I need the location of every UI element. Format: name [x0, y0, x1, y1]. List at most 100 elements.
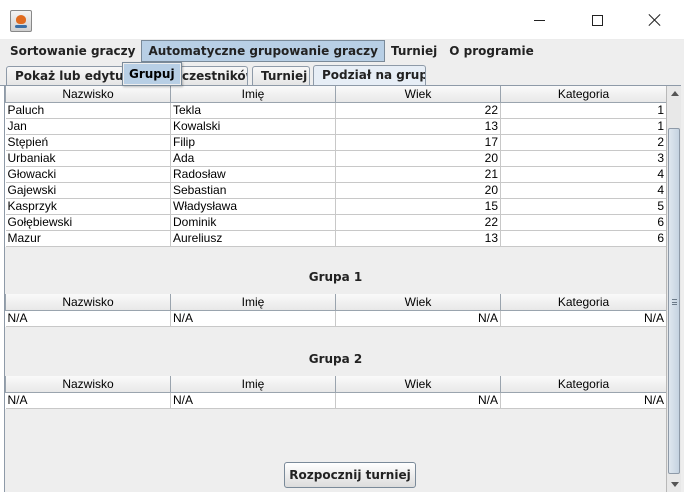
table-cell-nazwisko[interactable]: Urbaniak [5, 150, 171, 167]
table-cell-kategoria[interactable]: 4 [500, 182, 666, 199]
table-row[interactable]: Głowacki Radosław 21 4 [5, 166, 666, 183]
table-row[interactable]: Urbaniak Ada 20 3 [5, 150, 666, 167]
table-cell-wiek[interactable]: N/A [335, 392, 501, 409]
table-cell-imie[interactable]: Tekla [170, 102, 336, 119]
table-row[interactable]: N/A N/A N/A N/A [5, 310, 666, 327]
group-1-title: Grupa 1 [308, 270, 363, 284]
tab-podzial-na-grupy[interactable]: Podział na grupy [313, 65, 426, 87]
players-table: Nazwisko Imię Wiek Kategoria Paluch Tekla… [5, 86, 666, 247]
menu-bar: Sortowanie graczy Automatyczne grupowani… [0, 40, 684, 62]
table-cell-imie[interactable]: Sebastian [170, 182, 336, 199]
table-cell-nazwisko[interactable]: Stępień [5, 134, 171, 151]
col-wiek[interactable]: Wiek [335, 294, 501, 311]
table-cell-kategoria[interactable]: 1 [500, 102, 666, 119]
menu-sortowanie-graczy[interactable]: Sortowanie graczy [4, 40, 141, 62]
table-row[interactable]: Mazur Aureliusz 13 6 [5, 230, 666, 247]
table-cell-kategoria[interactable]: 1 [500, 118, 666, 135]
table-cell-imie[interactable]: N/A [170, 310, 336, 327]
table-cell-nazwisko[interactable]: Paluch [5, 102, 171, 119]
table-cell-imie[interactable]: Dominik [170, 214, 336, 231]
table-cell-imie[interactable]: Aureliusz [170, 230, 336, 247]
tab-edit-players-label: Pokaż lub edytuj do [15, 69, 124, 83]
table-cell-imie[interactable]: Filip [170, 134, 336, 151]
minimize-button[interactable] [510, 0, 568, 40]
scroll-up-icon [670, 91, 679, 96]
col-kategoria[interactable]: Kategoria [500, 376, 666, 393]
table-row[interactable]: Kasprzyk Władysława 15 5 [5, 198, 666, 215]
start-tournament-button[interactable]: Rozpocznij turniej [284, 462, 416, 488]
col-kategoria[interactable]: Kategoria [500, 294, 666, 311]
table-row[interactable]: Gołębiewski Dominik 22 6 [5, 214, 666, 231]
table-cell-wiek[interactable]: 20 [335, 150, 501, 167]
table-row[interactable]: Gajewski Sebastian 20 4 [5, 182, 666, 199]
table-cell-wiek[interactable]: N/A [335, 310, 501, 327]
col-nazwisko[interactable]: Nazwisko [5, 86, 171, 103]
table-cell-nazwisko[interactable]: Gajewski [5, 182, 171, 199]
table-cell-imie[interactable]: Kowalski [170, 118, 336, 135]
tab-turniej[interactable]: Turniej [252, 66, 310, 86]
table-cell-kategoria[interactable]: 4 [500, 166, 666, 183]
tab-podzial-label: Podział na grupy [322, 68, 426, 82]
table-cell-nazwisko[interactable]: Mazur [5, 230, 171, 247]
table-cell-wiek[interactable]: 22 [335, 214, 501, 231]
group-1-header-row: Nazwisko Imię Wiek Kategoria [5, 294, 666, 311]
close-button[interactable] [626, 0, 684, 40]
table-cell-imie[interactable]: Władysława [170, 198, 336, 215]
scroll-down-icon [670, 482, 679, 487]
scroll-up-button[interactable] [667, 86, 682, 101]
table-row[interactable]: Jan Kowalski 13 1 [5, 118, 666, 135]
table-cell-nazwisko[interactable]: Gołębiewski [5, 214, 171, 231]
col-kategoria[interactable]: Kategoria [500, 86, 666, 103]
vertical-scrollbar[interactable] [666, 86, 681, 492]
group-2-header-row: Nazwisko Imię Wiek Kategoria [5, 376, 666, 393]
table-cell-wiek[interactable]: 13 [335, 118, 501, 135]
table-cell-wiek[interactable]: 13 [335, 230, 501, 247]
col-wiek[interactable]: Wiek [335, 86, 501, 103]
table-cell-kategoria[interactable]: 5 [500, 198, 666, 215]
table-cell-wiek[interactable]: 21 [335, 166, 501, 183]
scroll-thumb[interactable] [668, 128, 680, 474]
table-row[interactable]: Stępień Filip 17 2 [5, 134, 666, 151]
table-cell-kategoria[interactable]: 3 [500, 150, 666, 167]
menu-o-programie[interactable]: O programie [443, 40, 540, 62]
tab-strip: Pokaż lub edytuj do czestników Turniej P… [0, 62, 684, 87]
java-app-icon[interactable] [10, 10, 32, 32]
menu-turniej[interactable]: Turniej [385, 40, 443, 62]
table-cell-nazwisko[interactable]: N/A [5, 310, 171, 327]
col-nazwisko[interactable]: Nazwisko [5, 294, 171, 311]
table-cell-nazwisko[interactable]: N/A [5, 392, 171, 409]
table-cell-imie[interactable]: Ada [170, 150, 336, 167]
col-nazwisko[interactable]: Nazwisko [5, 376, 171, 393]
table-row[interactable]: Paluch Tekla 22 1 [5, 102, 666, 119]
grouping-dropdown-menu: Grupuj [122, 62, 182, 86]
col-imie[interactable]: Imię [170, 376, 336, 393]
table-cell-imie[interactable]: Radosław [170, 166, 336, 183]
table-cell-wiek[interactable]: 17 [335, 134, 501, 151]
table-cell-nazwisko[interactable]: Jan [5, 118, 171, 135]
table-cell-imie[interactable]: N/A [170, 392, 336, 409]
menu-automatyczne-grupowanie[interactable]: Automatyczne grupowanie graczy [141, 40, 385, 62]
group-2-table: Nazwisko Imię Wiek Kategoria N/A N/A N/A N/… [5, 376, 666, 409]
table-cell-nazwisko[interactable]: Głowacki [5, 166, 171, 183]
scroll-down-button[interactable] [667, 477, 682, 492]
maximize-button[interactable] [568, 0, 626, 40]
tab-participants[interactable]: czestników [180, 66, 248, 86]
table-cell-kategoria[interactable]: 6 [500, 230, 666, 247]
col-wiek[interactable]: Wiek [335, 376, 501, 393]
group-1-body: N/A N/A N/A N/A [5, 310, 666, 327]
table-cell-wiek[interactable]: 22 [335, 102, 501, 119]
table-cell-nazwisko[interactable]: Kasprzyk [5, 198, 171, 215]
table-cell-kategoria[interactable]: N/A [500, 310, 666, 327]
group-2-title: Grupa 2 [308, 352, 363, 366]
col-imie[interactable]: Imię [170, 294, 336, 311]
table-row[interactable]: N/A N/A N/A N/A [5, 392, 666, 409]
table-cell-wiek[interactable]: 20 [335, 182, 501, 199]
tab-edit-players[interactable]: Pokaż lub edytuj do [6, 66, 124, 86]
table-cell-kategoria[interactable]: 2 [500, 134, 666, 151]
close-icon [648, 13, 662, 27]
menu-item-grupuj[interactable]: Grupuj [124, 64, 180, 84]
table-cell-kategoria[interactable]: 6 [500, 214, 666, 231]
table-cell-wiek[interactable]: 15 [335, 198, 501, 215]
col-imie[interactable]: Imię [170, 86, 336, 103]
table-cell-kategoria[interactable]: N/A [500, 392, 666, 409]
